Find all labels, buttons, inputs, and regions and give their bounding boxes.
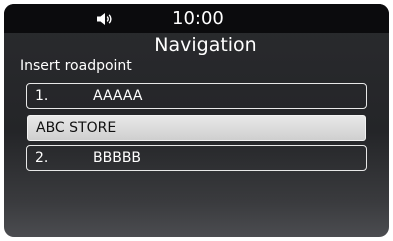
list-item-index: 2. (35, 150, 49, 166)
speaker-icon (97, 13, 112, 25)
list-item-index: 1. (35, 88, 49, 104)
status-bar: 10:00 (4, 4, 389, 33)
page-title: Navigation (154, 34, 257, 56)
list-item-label: BBBBB (93, 150, 142, 166)
list-item-roadpoint-1[interactable]: 1. AAAAA (26, 83, 367, 109)
list-item-selected-store[interactable]: ABC STORE (27, 115, 366, 141)
list-item-label: ABC STORE (36, 120, 117, 136)
nav-screen: 10:00 Navigation Insert roadpoint 1. AAA… (4, 4, 389, 237)
page-subtitle: Insert roadpoint (20, 58, 132, 74)
list-item-roadpoint-2[interactable]: 2. BBBBB (26, 145, 367, 171)
list-item-label: AAAAA (93, 88, 143, 104)
clock: 10:00 (172, 8, 224, 29)
